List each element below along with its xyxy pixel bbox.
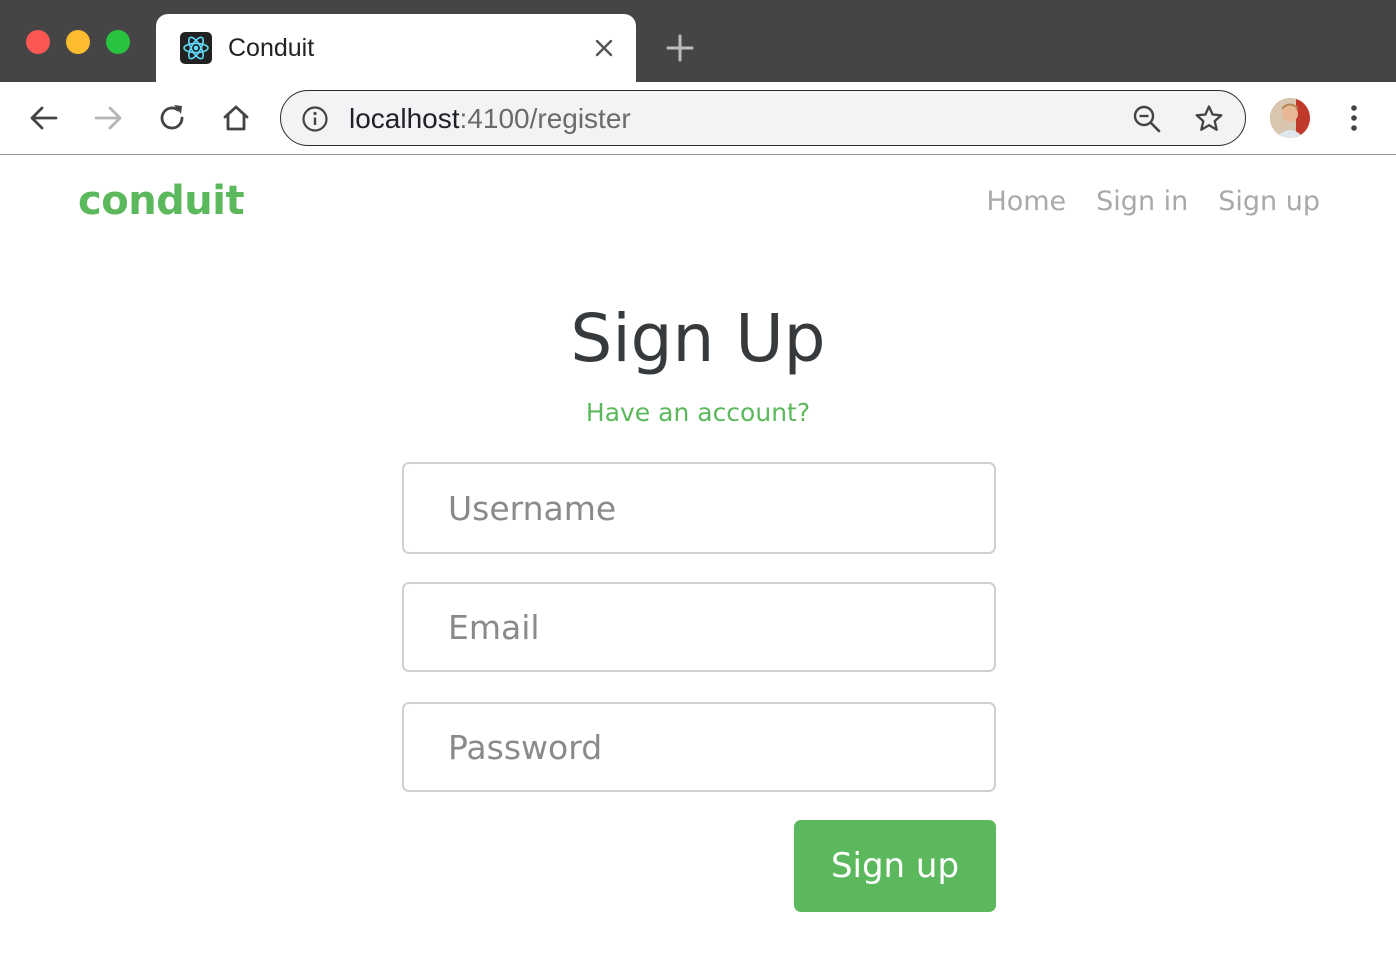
username-input[interactable] — [402, 462, 996, 554]
have-account-link[interactable]: Have an account? — [0, 398, 1396, 427]
sign-up-button[interactable]: Sign up — [794, 820, 996, 912]
close-window-button[interactable] — [26, 30, 50, 54]
reload-icon[interactable] — [154, 100, 190, 136]
maximize-window-button[interactable] — [106, 30, 130, 54]
tab-title: Conduit — [228, 34, 315, 62]
url-text[interactable]: localhost:4100/register — [349, 103, 631, 135]
nav-link-home[interactable]: Home — [986, 186, 1066, 217]
react-favicon-icon — [180, 32, 212, 64]
forward-arrow-icon[interactable] — [90, 100, 126, 136]
nav-link-sign-in[interactable]: Sign in — [1096, 186, 1188, 217]
close-icon[interactable] — [592, 36, 616, 60]
address-bar[interactable]: localhost:4100/register — [280, 90, 1246, 146]
nav-link-sign-up[interactable]: Sign up — [1218, 186, 1320, 217]
kebab-menu-icon[interactable] — [1338, 100, 1370, 136]
url-host: localhost — [349, 103, 460, 134]
browser-tab[interactable]: Conduit — [156, 14, 636, 82]
browser-toolbar: localhost:4100/register — [0, 82, 1396, 155]
home-icon[interactable] — [218, 100, 254, 136]
brand-logo[interactable]: conduit — [78, 178, 245, 224]
zoom-out-icon[interactable] — [1131, 103, 1163, 135]
avatar[interactable] — [1270, 98, 1310, 138]
page-title: Sign Up — [570, 300, 826, 377]
email-input[interactable] — [402, 582, 996, 672]
browser-titlebar: Conduit — [0, 0, 1396, 82]
info-icon[interactable] — [301, 105, 329, 133]
plus-icon[interactable] — [664, 32, 696, 64]
top-nav: Home Sign in Sign up — [986, 186, 1320, 217]
back-arrow-icon[interactable] — [26, 100, 62, 136]
url-path: :4100/register — [459, 103, 631, 134]
minimize-window-button[interactable] — [66, 30, 90, 54]
password-input[interactable] — [402, 702, 996, 792]
star-icon[interactable] — [1193, 103, 1225, 135]
